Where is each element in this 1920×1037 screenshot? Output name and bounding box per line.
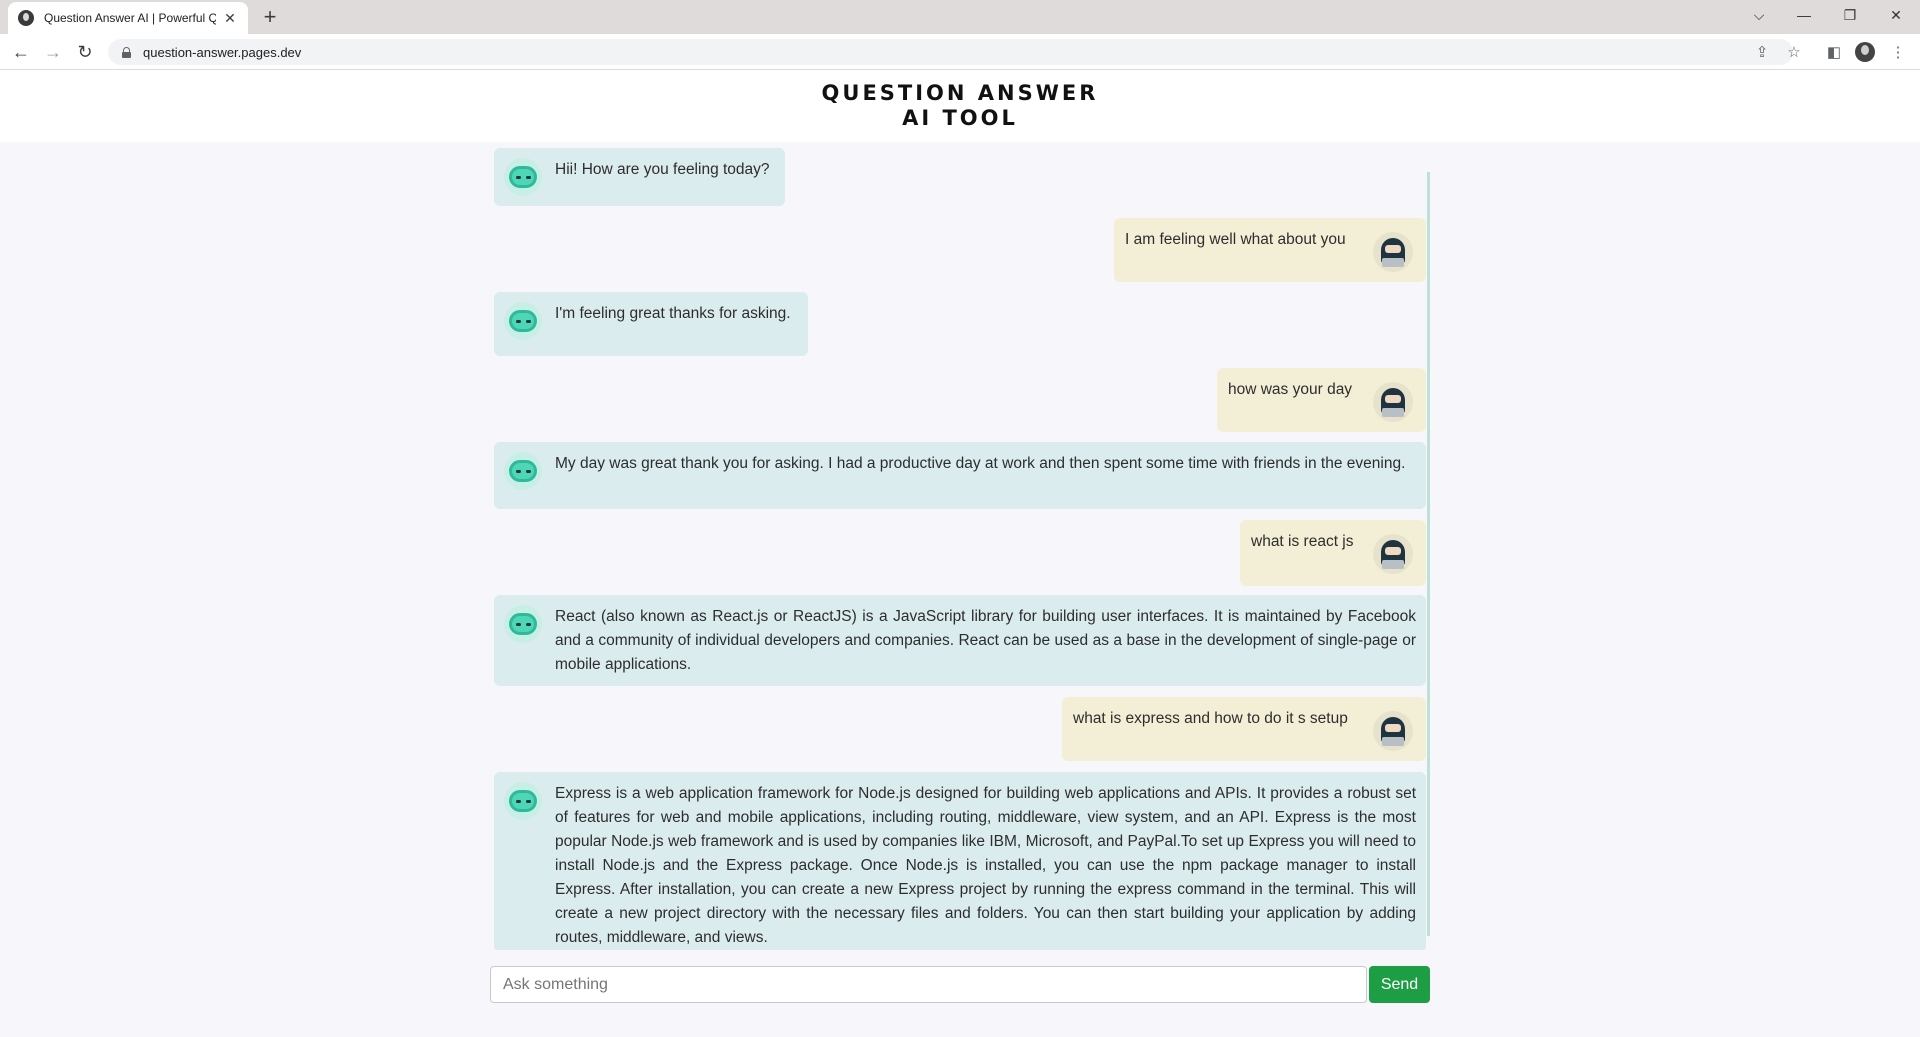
side-panel-icon[interactable]: ◧ [1821,39,1847,65]
address-bar[interactable]: question-answer.pages.dev [108,39,1793,65]
bot-message: Hii! How are you feeling today? [494,148,785,206]
close-window-button[interactable]: ✕ [1873,0,1919,30]
message-text: how was your day [1228,381,1353,398]
bot-avatar-icon [504,302,542,340]
restore-button[interactable]: ❐ [1827,0,1873,30]
url-text: question-answer.pages.dev [143,44,302,60]
bot-message: My day was great thank you for asking. I… [494,442,1426,509]
forward-arrow-icon[interactable]: → [39,38,67,66]
tab-search-chevron-icon[interactable]: ⌵ [1736,0,1782,30]
page-title: QUESTION ANSWER AI TOOL [0,81,1920,131]
minimize-button[interactable]: — [1781,0,1827,30]
message-text: what is react js [1251,533,1354,550]
bot-avatar-icon [504,782,542,820]
user-message: what is express and how to do it s setup [1062,697,1426,761]
back-arrow-icon[interactable]: ← [7,38,35,66]
message-text: React (also known as React.js or ReactJS… [555,608,1416,673]
profile-avatar[interactable] [1855,42,1875,62]
ask-input[interactable] [490,966,1367,1003]
message-text: I am feeling well what about you [1125,231,1346,248]
user-message: how was your day [1217,368,1426,432]
bookmark-star-icon[interactable]: ☆ [1781,39,1807,65]
close-tab-icon[interactable]: ✕ [222,10,238,27]
message-text: what is express and how to do it s setup [1073,710,1348,727]
bot-avatar-icon [504,158,542,196]
share-icon[interactable]: ⇪ [1749,39,1775,65]
user-avatar-icon [1373,382,1413,422]
message-composer: Send [490,966,1430,1003]
message-text: I'm feeling great thanks for asking. [555,305,791,322]
bot-message: I'm feeling great thanks for asking. [494,292,808,356]
user-avatar-icon [1373,232,1413,272]
browser-toolbar: ← → ↻ question-answer.pages.dev ⇪ ☆ ◧ ⋮ [0,34,1920,70]
page-title-line1: QUESTION ANSWER [821,81,1099,105]
lock-icon [122,46,131,58]
bot-avatar-icon [504,605,542,643]
browser-menu-icon[interactable]: ⋮ [1885,39,1911,65]
message-text: Express is a web application framework f… [555,785,1416,946]
chat-transcript: Hii! How are you feeling today? I am fee… [492,142,1430,950]
user-message: I am feeling well what about you [1114,218,1426,282]
bot-message: Express is a web application framework f… [494,772,1426,950]
browser-tab-strip: Question Answer AI | Powerful Q ✕ + ⌵ — … [0,0,1920,34]
reload-icon[interactable]: ↻ [71,38,99,66]
browser-tab[interactable]: Question Answer AI | Powerful Q ✕ [8,2,248,34]
bot-avatar-icon [504,452,542,490]
site-header: QUESTION ANSWER AI TOOL [0,70,1920,142]
bot-message: React (also known as React.js or ReactJS… [494,595,1426,686]
message-text: My day was great thank you for asking. I… [555,455,1406,472]
page-title-line2: AI TOOL [902,106,1018,130]
tab-title: Question Answer AI | Powerful Q [44,11,216,25]
site-favicon-icon [18,10,34,26]
user-avatar-icon [1373,711,1413,751]
message-text: Hii! How are you feeling today? [555,161,770,178]
user-avatar-icon [1373,534,1413,574]
send-button[interactable]: Send [1369,966,1430,1003]
user-message: what is react js [1240,520,1426,586]
new-tab-button[interactable]: + [256,4,284,30]
